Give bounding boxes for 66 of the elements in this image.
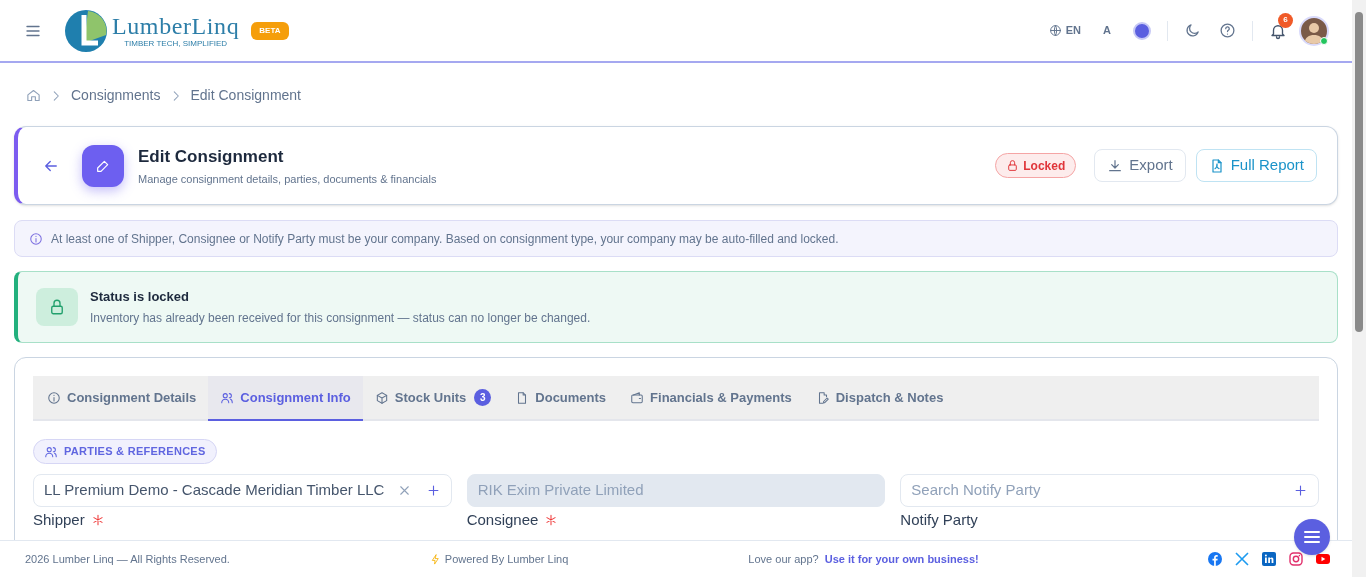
page-subtitle: Manage consignment details, parties, documents & financials (138, 172, 437, 187)
count-badge: 3 (474, 389, 492, 406)
input-field[interactable]: Search Notify Party (900, 473, 1319, 507)
help-icon (1219, 22, 1236, 39)
users-icon (44, 444, 58, 459)
theme-color-button[interactable] (1133, 21, 1151, 40)
info-icon (47, 390, 61, 405)
logo-name: LumberLinq (112, 13, 240, 38)
field-label: Consignee (466, 509, 539, 530)
globe-icon (1048, 24, 1062, 37)
logo-tagline: TIMBER TECH, SIMPLIFIED (124, 39, 228, 48)
menu-icon (1304, 530, 1320, 544)
add-button[interactable] (1293, 482, 1308, 498)
promo-text: Love our app? (748, 551, 819, 567)
bolt-icon (429, 553, 441, 565)
tab[interactable]: Financials & Payments (618, 376, 804, 421)
promo-link[interactable]: Use it for your own business! (824, 550, 979, 568)
copyright-text: 2026 Lumber Linq — All Rights Reserved. (25, 551, 230, 567)
facebook-icon[interactable] (1208, 552, 1222, 566)
export-button[interactable]: Export (1094, 149, 1186, 182)
instagram-icon[interactable] (1289, 552, 1303, 566)
moon-icon (1184, 22, 1201, 39)
youtube-icon[interactable] (1316, 552, 1330, 566)
tab[interactable]: Stock Units 3 (362, 376, 504, 421)
tab[interactable]: Consignment Details (35, 376, 209, 421)
notice-text: Inventory has already been received for this consignment — status can no longer be changed. (90, 310, 591, 328)
breadcrumb-item[interactable]: Consignments (71, 85, 161, 106)
language-button[interactable]: EN (1048, 22, 1082, 39)
tab[interactable]: Documents (503, 376, 619, 421)
beta-badge: BETA (251, 21, 289, 40)
notice-title: Status is locked (90, 287, 190, 306)
section-label: PARTIES & REFERENCES (33, 439, 217, 464)
cube-icon (374, 390, 389, 405)
download-icon (1107, 157, 1124, 174)
x-icon[interactable] (1235, 552, 1249, 566)
field-label: Notify Party (900, 509, 978, 530)
linkedin-icon[interactable] (1262, 552, 1276, 566)
users-icon (220, 390, 235, 405)
locked-badge: Locked (995, 153, 1077, 178)
home-icon[interactable] (26, 88, 41, 103)
tab[interactable]: Dispatch & Notes (803, 376, 956, 421)
field-label: Shipper (33, 509, 85, 530)
tab[interactable]: Consignment Info (208, 376, 363, 421)
full-report-button[interactable]: Full Report (1195, 149, 1317, 182)
notification-count: 6 (1278, 12, 1293, 28)
info-text: At least one of Shipper, Consignee or Notify Party must be your company. Based on consignment type, your company may be auto-filled and locked. (51, 230, 839, 248)
wallet-icon (630, 390, 645, 405)
logo-icon (64, 8, 108, 53)
scrollbar[interactable] (1352, 0, 1366, 577)
placeholder-text: Search Notify Party (911, 479, 1041, 500)
input-field[interactable]: LL Premium Demo - Cascade Meridian Timber LLC (33, 473, 452, 507)
powered-by-text: Powered By Lumber Linq (444, 551, 569, 567)
lock-icon (1006, 159, 1020, 172)
add-button[interactable] (425, 482, 441, 498)
breadcrumb-item: Edit Consignment (190, 86, 301, 105)
page-title: Edit Consignment (138, 145, 285, 168)
user-avatar[interactable] (1299, 15, 1329, 46)
field-value: LL Premium Demo - Cascade Meridian Timber LLC (44, 479, 385, 500)
info-icon (29, 231, 43, 246)
dark-mode-button[interactable] (1184, 22, 1201, 39)
field-value: RIK Exim Private Limited (477, 479, 644, 500)
lock-icon (48, 298, 66, 316)
plus-icon (1293, 482, 1308, 498)
help-button[interactable] (1219, 22, 1236, 39)
plus-icon (425, 482, 441, 498)
font-size-button[interactable]: A (1103, 22, 1111, 39)
